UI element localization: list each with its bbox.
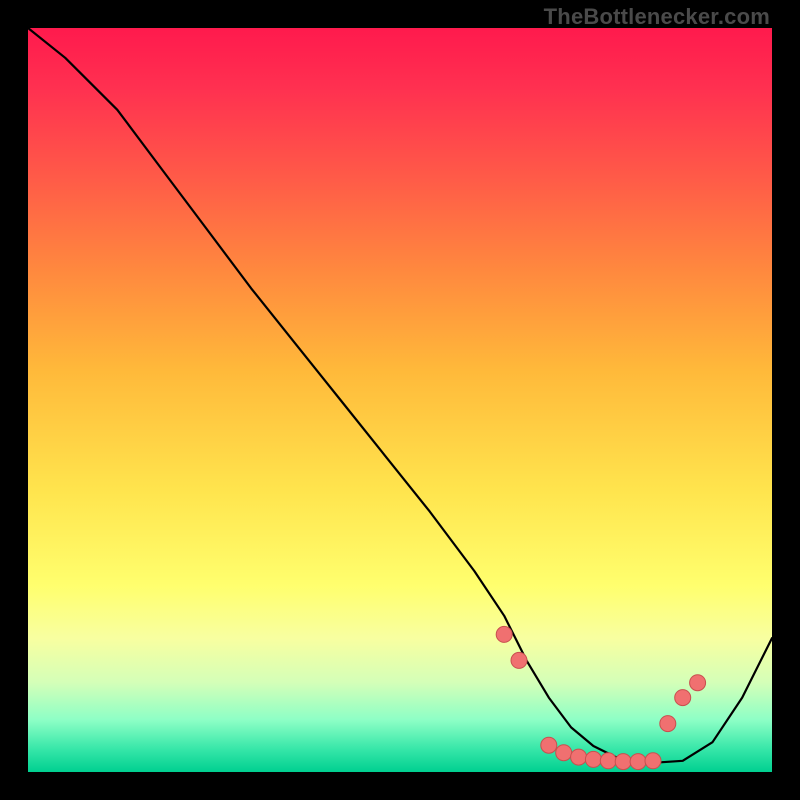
data-marker	[556, 745, 572, 761]
markers-group	[496, 626, 705, 769]
data-marker	[630, 754, 646, 770]
data-marker	[571, 749, 587, 765]
data-marker	[511, 652, 527, 668]
data-marker	[496, 626, 512, 642]
attribution-text: TheBottlenecker.com	[544, 4, 770, 30]
chart-stage: TheBottlenecker.com	[0, 0, 800, 800]
data-marker	[690, 675, 706, 691]
data-marker	[660, 716, 676, 732]
data-marker	[585, 751, 601, 767]
data-marker	[615, 754, 631, 770]
data-marker	[645, 753, 661, 769]
data-marker	[541, 737, 557, 753]
plot-area	[28, 28, 772, 772]
data-marker	[600, 753, 616, 769]
chart-svg	[28, 28, 772, 772]
bottleneck-curve	[28, 28, 772, 762]
data-marker	[675, 690, 691, 706]
